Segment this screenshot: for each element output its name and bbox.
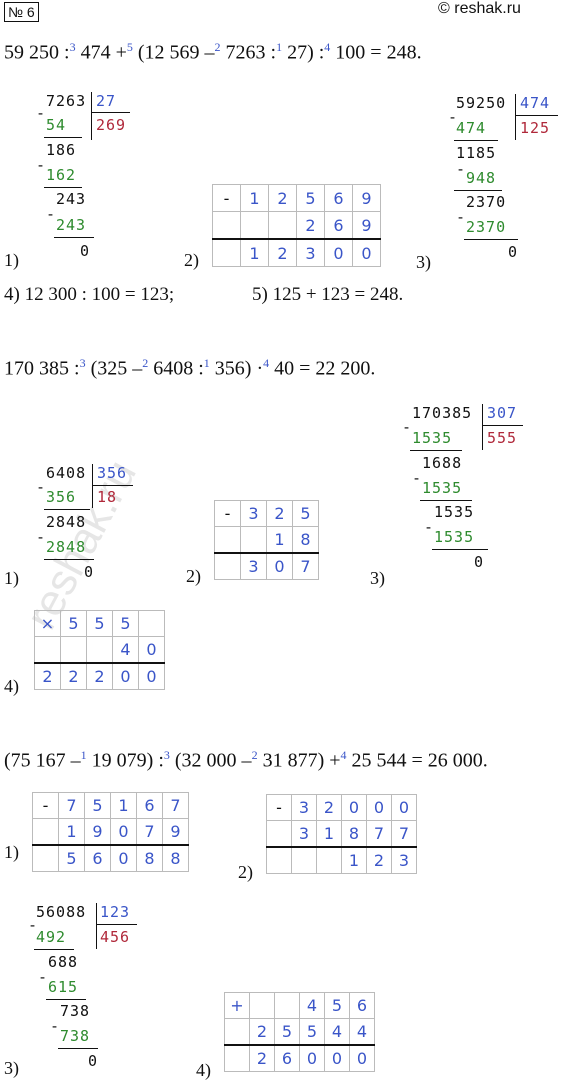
step-5: 5) 125 + 123 = 248. (252, 284, 404, 305)
label-3-4: 4) (196, 1060, 211, 1080)
addition-grid-3-4: +4 5 6 25544 26000 (224, 992, 375, 1072)
label-2-2: 2) (186, 566, 201, 586)
label-2-3: 3) (370, 568, 385, 588)
step-4: 4) 12 300 : 100 = 123; (4, 284, 175, 305)
task-number-badge: № 6 (4, 2, 39, 22)
subtraction-grid-1-2: -12569 269 12300 (212, 184, 381, 267)
equation-3: (75 167 –1 19 079) :3 (32 000 –2 31 877)… (4, 748, 488, 772)
subtraction-grid-2-2: -325 18 307 (214, 500, 319, 580)
label-2-1: 1) (4, 568, 19, 588)
equation-1: 59 250 :3 474 +5 (12 569 –2 7263 :1 27) … (4, 40, 422, 64)
site-watermark-text: © reshak.ru (438, 0, 521, 17)
label-3-3: 3) (4, 1058, 19, 1078)
multiplication-grid-2-4: × 5 5 5 40 22200 (34, 610, 165, 690)
label-3: 3) (416, 252, 431, 272)
subtraction-grid-3-2: -32000 31877 123 (266, 794, 417, 874)
label-1: 1) (4, 250, 19, 270)
label-2-4: 4) (4, 676, 19, 696)
label-3-2: 2) (238, 862, 253, 882)
label-3-1: 1) (4, 842, 19, 862)
subtraction-grid-3-1: -75167 19079 56088 (32, 792, 189, 872)
equation-2: 170 385 :3 (325 –2 6408 :1 356) ·4 40 = … (4, 356, 376, 380)
label-2: 2) (184, 250, 199, 270)
